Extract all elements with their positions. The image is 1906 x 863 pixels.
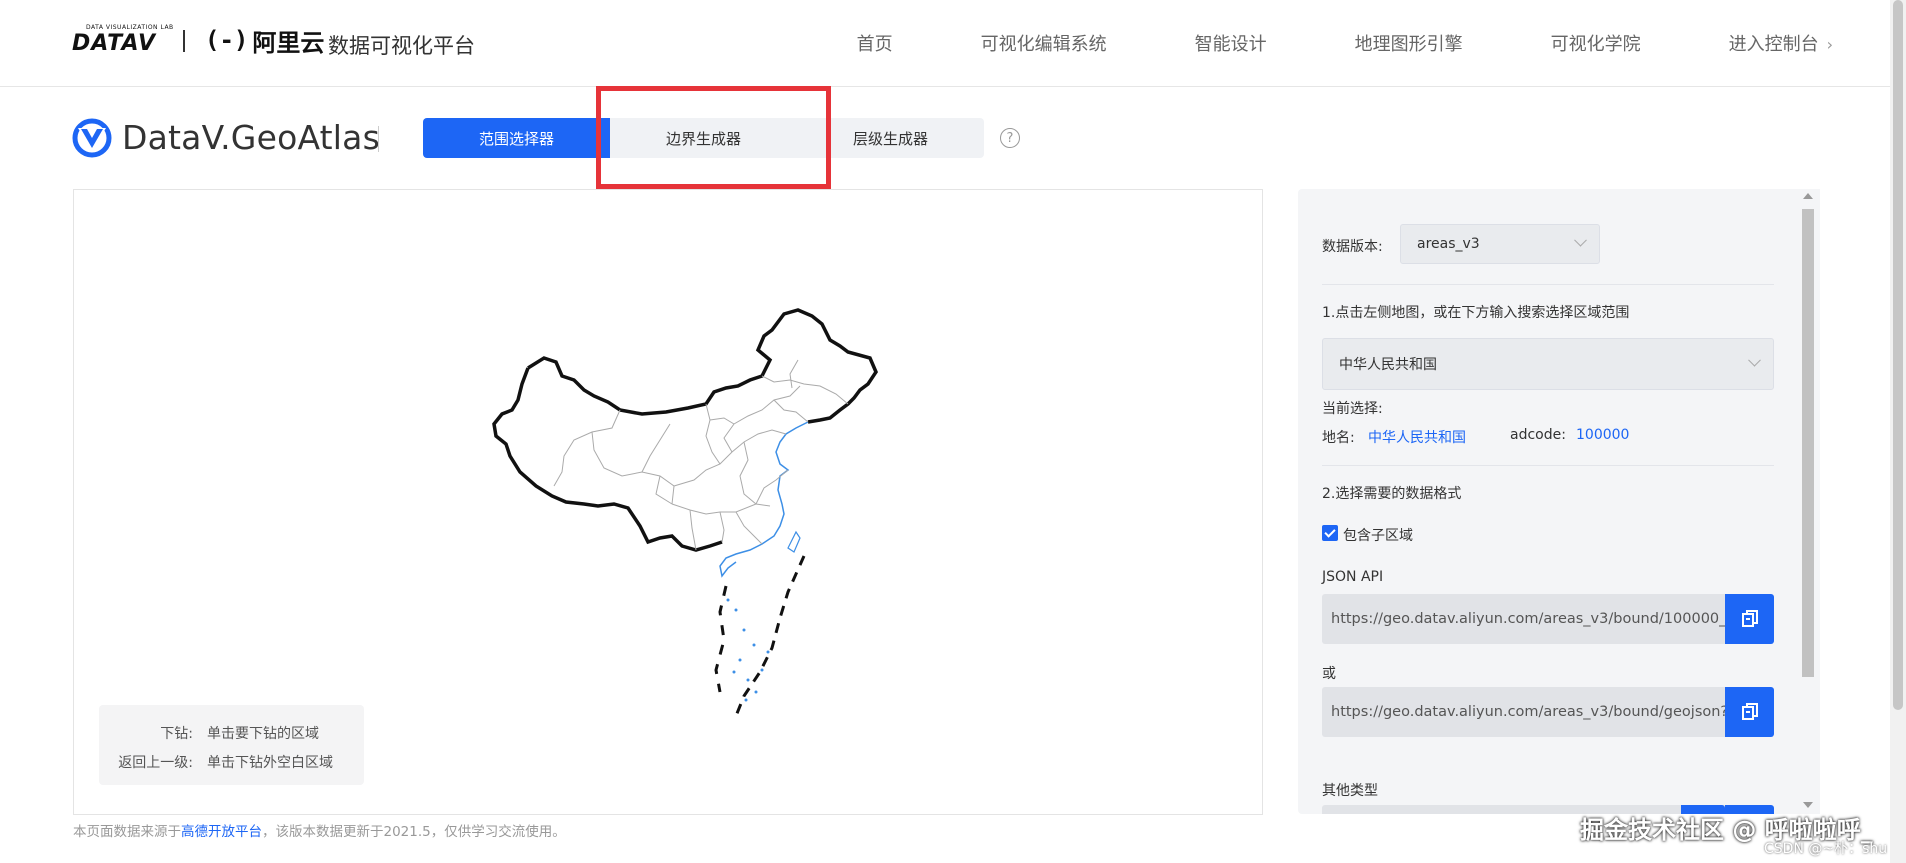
watermark-sub: CSDN @~朴：shu — [1764, 841, 1888, 857]
legend-back-key: 返回上一级: — [118, 755, 193, 771]
or-label: 或 — [1322, 666, 1336, 682]
tab-range-selector[interactable]: 范围选择器 — [423, 118, 610, 158]
title-divider — [378, 126, 379, 152]
datav-wordmark: DATAV — [72, 31, 157, 56]
tool-tabs: 范围选择器 边界生成器 层级生成器 — [423, 118, 984, 158]
copy-json-api-button[interactable] — [1725, 594, 1774, 644]
nav-link-editor[interactable]: 可视化编辑系统 — [981, 30, 1107, 56]
scroll-down-arrow-icon[interactable] — [1803, 802, 1813, 808]
options-panel: 数据版本: areas_v3 1.点击左侧地图，或在下方输入搜索选择区域范围 中… — [1298, 189, 1804, 814]
include-children-label[interactable]: 包含子区域 — [1343, 525, 1413, 545]
page-scrollbar[interactable] — [1890, 0, 1906, 863]
version-label: 数据版本: — [1322, 239, 1383, 255]
version-select[interactable]: areas_v3 — [1400, 224, 1600, 264]
datav-geoatlas-logo-icon — [72, 118, 112, 158]
map-nine-dash-line[interactable] — [734, 555, 806, 717]
region-select[interactable]: 中华人民共和国 — [1322, 338, 1774, 390]
page-scrollbar-thumb[interactable] — [1893, 0, 1903, 710]
tab-level-generator[interactable]: 层级生成器 — [797, 118, 984, 158]
nav-link-academy[interactable]: 可视化学院 — [1551, 30, 1641, 56]
map-panel[interactable]: 下钻: 单击要下钻的区域 返回上一级: 单击下钻外空白区域 — [73, 189, 1263, 815]
footer-prefix: 本页面数据来源于 — [73, 824, 181, 840]
platform-title: 数据可视化平台 — [328, 34, 475, 58]
nav-link-geo-engine[interactable]: 地理图形引擎 — [1355, 30, 1463, 56]
aliyun-wordmark: 阿里云 — [252, 28, 325, 57]
map-coastline[interactable] — [719, 421, 809, 578]
version-select-value: areas_v3 — [1417, 236, 1480, 252]
copy-geojson-button[interactable] — [1725, 687, 1774, 737]
checkbox-checked-icon[interactable] — [1322, 525, 1338, 541]
scrollbar-thumb[interactable] — [1802, 209, 1814, 677]
footer-note: 本页面数据来源于高德开放平台，该版本数据更新于2021.5，仅供学习交流使用。 — [73, 820, 566, 840]
nav-links: 首页 可视化编辑系统 智能设计 地理图形引擎 可视化学院 进入控制台 › — [857, 30, 1833, 56]
geojson-url-field[interactable]: https://geo.datav.aliyun.com/areas_v3/bo… — [1322, 687, 1725, 737]
map-islands — [726, 598, 770, 702]
copy-icon — [1741, 610, 1758, 627]
map-province-boundaries[interactable] — [553, 359, 849, 551]
nav-link-smart-design[interactable]: 智能设计 — [1195, 30, 1267, 56]
nav-link-home[interactable]: 首页 — [857, 30, 893, 56]
legend-drill-value: 单击要下钻的区域 — [207, 726, 319, 742]
nav-link-console-label: 进入控制台 — [1728, 34, 1819, 55]
place-name-label: 地名: — [1322, 430, 1355, 446]
legend-drill-key: 下钻: — [160, 726, 193, 742]
json-api-label: JSON API — [1322, 569, 1384, 585]
legend-row-drill: 下钻: 单击要下钻的区域 — [99, 723, 364, 743]
place-name-value: 中华人民共和国 — [1368, 430, 1466, 446]
divider — [1322, 465, 1774, 466]
datav-logo[interactable]: DATA VISUALIZATION LAB DATAV — [72, 24, 173, 56]
map-west-border[interactable] — [492, 367, 723, 552]
aliyun-icon: (-) — [205, 26, 249, 54]
adcode-label: adcode: — [1510, 427, 1566, 443]
options-panel-scrollbar[interactable] — [1796, 189, 1820, 814]
step2-instruction: 2.选择需要的数据格式 — [1322, 486, 1462, 502]
footer-amap-link[interactable]: 高德开放平台 — [181, 824, 262, 840]
other-types-label: 其他类型 — [1322, 783, 1378, 799]
step1-instruction: 1.点击左侧地图，或在下方输入搜索选择区域范围 — [1322, 305, 1630, 321]
question-circle-icon[interactable]: ? — [1000, 128, 1020, 148]
aliyun-logo[interactable]: (-) 阿里云 — [205, 25, 325, 57]
map-taiwan[interactable] — [787, 530, 801, 553]
current-selection-label: 当前选择: — [1322, 401, 1383, 417]
map-national-border[interactable] — [527, 308, 878, 424]
scroll-up-arrow-icon[interactable] — [1803, 193, 1813, 199]
adcode-value: 100000 — [1576, 427, 1630, 443]
chevron-down-icon — [1748, 353, 1761, 367]
datav-lab-caption: DATA VISUALIZATION LAB — [86, 24, 174, 31]
chevron-down-icon — [1574, 233, 1587, 247]
brand-divider — [183, 30, 185, 52]
map-dash-west — [714, 585, 728, 693]
top-navigation-bar: DATA VISUALIZATION LAB DATAV (-) 阿里云 数据可… — [0, 0, 1906, 87]
json-api-url-field[interactable]: https://geo.datav.aliyun.com/areas_v3/bo… — [1322, 594, 1725, 644]
tab-boundary-generator[interactable]: 边界生成器 — [610, 118, 797, 158]
nav-link-console[interactable]: 进入控制台 › — [1729, 30, 1833, 56]
chevron-right-icon: › — [1826, 35, 1833, 54]
divider — [1322, 284, 1774, 285]
legend-row-back: 返回上一级: 单击下钻外空白区域 — [99, 752, 364, 772]
region-select-value: 中华人民共和国 — [1339, 357, 1437, 373]
china-map[interactable] — [444, 300, 924, 740]
footer-suffix: ，该版本数据更新于2021.5，仅供学习交流使用。 — [262, 824, 566, 840]
map-legend: 下钻: 单击要下钻的区域 返回上一级: 单击下钻外空白区域 — [99, 705, 364, 785]
page-title: DataV.GeoAtlas — [122, 118, 380, 157]
copy-icon — [1741, 703, 1758, 720]
legend-back-value: 单击下钻外空白区域 — [207, 755, 333, 771]
